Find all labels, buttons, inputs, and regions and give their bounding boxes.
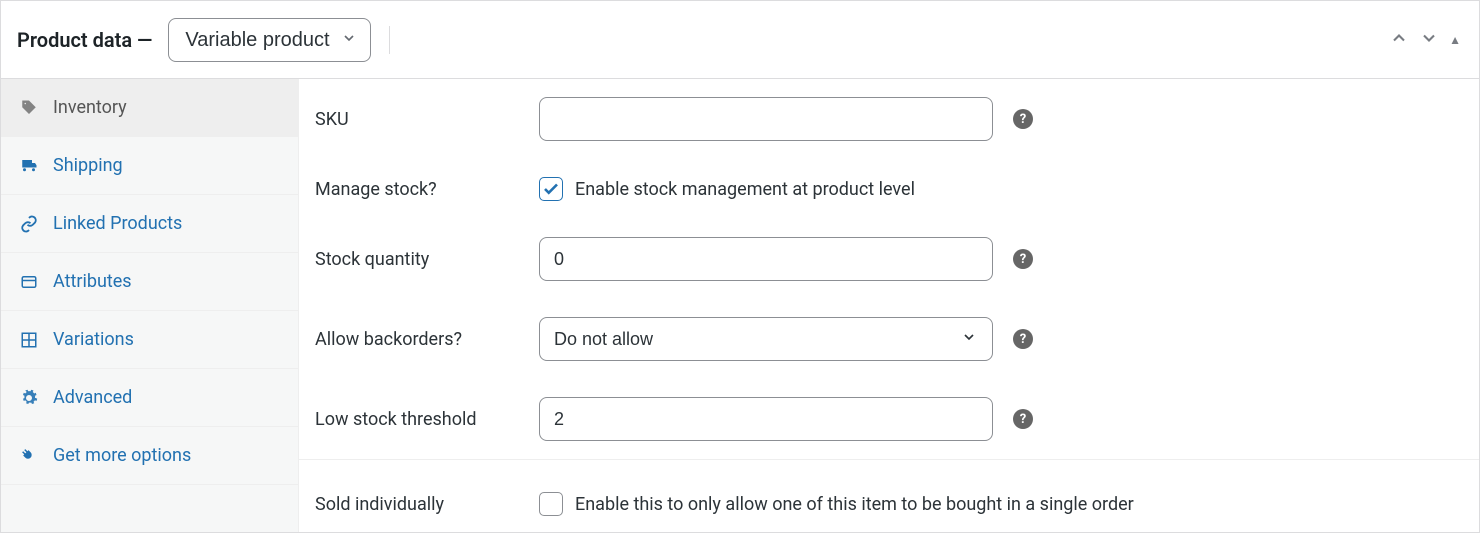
label-manage-stock: Manage stock? [315, 179, 539, 200]
help-icon[interactable]: ? [1013, 249, 1033, 269]
row-sku: SKU ? [299, 79, 1479, 159]
content-inventory: SKU ? Manage stock? Enable stock managem… [299, 79, 1479, 533]
label-stock-quantity: Stock quantity [315, 249, 539, 270]
manage-stock-checkbox[interactable] [539, 177, 563, 201]
sidebar: Inventory Shipping Linked Products Attri… [1, 79, 299, 533]
label-backorders: Allow backorders? [315, 329, 539, 350]
gear-icon [19, 388, 39, 408]
row-sold-individually: Sold individually Enable this to only al… [299, 459, 1479, 533]
link-icon [19, 214, 39, 234]
tab-label: Variations [53, 329, 134, 350]
label-sku: SKU [315, 109, 539, 130]
help-icon[interactable]: ? [1013, 329, 1033, 349]
row-manage-stock: Manage stock? Enable stock management at… [299, 159, 1479, 219]
product-type-select[interactable]: Variable product [168, 18, 371, 62]
manage-stock-desc: Enable stock management at product level [575, 179, 915, 200]
tab-label: Inventory [53, 97, 127, 118]
toggle-panel-icon[interactable]: ▲ [1449, 33, 1461, 47]
panel-title: Product data — [17, 28, 152, 52]
divider [389, 26, 390, 54]
tab-advanced[interactable]: Advanced [1, 369, 298, 427]
row-stock-quantity: Stock quantity ? [299, 219, 1479, 299]
tab-label: Get more options [53, 445, 191, 466]
stock-quantity-input[interactable] [539, 237, 993, 281]
tab-variations[interactable]: Variations [1, 311, 298, 369]
move-down-icon[interactable] [1419, 28, 1439, 52]
panel-header-actions: ▲ [1389, 28, 1461, 52]
row-low-stock: Low stock threshold ? [299, 379, 1479, 459]
list-icon [19, 272, 39, 292]
sold-individually-checkbox[interactable] [539, 492, 563, 516]
panel-header: Product data — Variable product ▲ [1, 1, 1479, 79]
move-up-icon[interactable] [1389, 28, 1409, 52]
product-data-panel: Product data — Variable product ▲ Invent… [0, 0, 1480, 533]
backorders-select[interactable]: Do not allow [539, 317, 993, 361]
label-sold-individually: Sold individually [315, 494, 539, 515]
row-backorders: Allow backorders? Do not allow ? [299, 299, 1479, 379]
tab-linked-products[interactable]: Linked Products [1, 195, 298, 253]
help-icon[interactable]: ? [1013, 109, 1033, 129]
sold-individually-desc: Enable this to only allow one of this it… [575, 494, 1134, 515]
truck-icon [19, 156, 39, 176]
plug-icon [19, 446, 39, 466]
tab-label: Advanced [53, 387, 132, 408]
grid-icon [19, 330, 39, 350]
help-icon[interactable]: ? [1013, 409, 1033, 429]
tab-shipping[interactable]: Shipping [1, 137, 298, 195]
sku-input[interactable] [539, 97, 993, 141]
tab-get-more-options[interactable]: Get more options [1, 427, 298, 485]
tab-label: Shipping [53, 155, 123, 176]
panel-body: Inventory Shipping Linked Products Attri… [1, 79, 1479, 533]
tab-attributes[interactable]: Attributes [1, 253, 298, 311]
tag-icon [19, 98, 39, 118]
low-stock-input[interactable] [539, 397, 993, 441]
tab-inventory[interactable]: Inventory [1, 79, 298, 137]
tab-label: Attributes [53, 271, 132, 292]
label-low-stock: Low stock threshold [315, 409, 539, 430]
tab-label: Linked Products [53, 213, 182, 234]
